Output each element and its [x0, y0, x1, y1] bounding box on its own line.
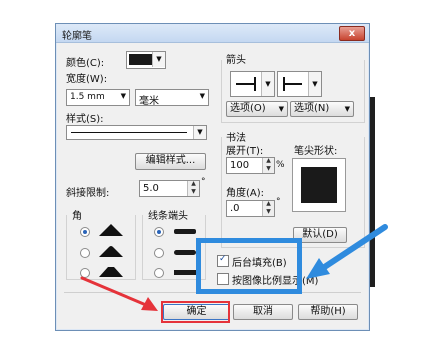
annotation-arrows [80, 224, 388, 311]
red-arrow [80, 276, 158, 311]
blue-arrow [306, 224, 388, 279]
